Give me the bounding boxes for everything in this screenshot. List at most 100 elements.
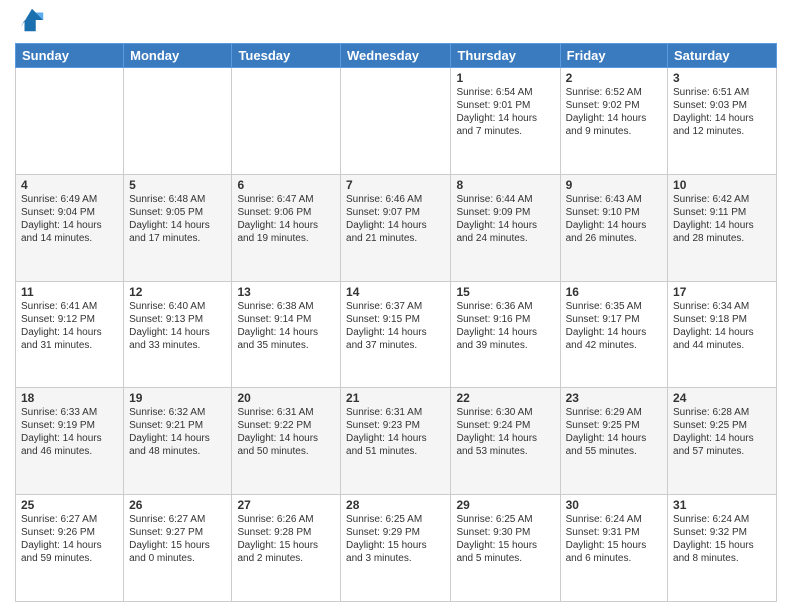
day-number: 26 — [129, 498, 226, 512]
calendar-week-3: 11Sunrise: 6:41 AM Sunset: 9:12 PM Dayli… — [16, 281, 777, 388]
calendar-cell: 13Sunrise: 6:38 AM Sunset: 9:14 PM Dayli… — [232, 281, 341, 388]
calendar-cell: 12Sunrise: 6:40 AM Sunset: 9:13 PM Dayli… — [124, 281, 232, 388]
day-number: 22 — [456, 391, 554, 405]
calendar-cell: 31Sunrise: 6:24 AM Sunset: 9:32 PM Dayli… — [668, 495, 777, 602]
day-number: 6 — [237, 178, 335, 192]
day-info: Sunrise: 6:28 AM Sunset: 9:25 PM Dayligh… — [673, 406, 771, 458]
calendar-cell: 9Sunrise: 6:43 AM Sunset: 9:10 PM Daylig… — [560, 174, 667, 281]
day-info: Sunrise: 6:43 AM Sunset: 9:10 PM Dayligh… — [566, 193, 662, 245]
day-number: 4 — [21, 178, 118, 192]
calendar-cell: 28Sunrise: 6:25 AM Sunset: 9:29 PM Dayli… — [341, 495, 451, 602]
day-info: Sunrise: 6:25 AM Sunset: 9:30 PM Dayligh… — [456, 513, 554, 565]
day-info: Sunrise: 6:37 AM Sunset: 9:15 PM Dayligh… — [346, 300, 445, 352]
calendar-cell: 29Sunrise: 6:25 AM Sunset: 9:30 PM Dayli… — [451, 495, 560, 602]
day-info: Sunrise: 6:30 AM Sunset: 9:24 PM Dayligh… — [456, 406, 554, 458]
day-info: Sunrise: 6:38 AM Sunset: 9:14 PM Dayligh… — [237, 300, 335, 352]
day-info: Sunrise: 6:34 AM Sunset: 9:18 PM Dayligh… — [673, 300, 771, 352]
calendar-cell: 2Sunrise: 6:52 AM Sunset: 9:02 PM Daylig… — [560, 68, 667, 175]
calendar-cell: 3Sunrise: 6:51 AM Sunset: 9:03 PM Daylig… — [668, 68, 777, 175]
day-info: Sunrise: 6:54 AM Sunset: 9:01 PM Dayligh… — [456, 86, 554, 138]
calendar-cell: 14Sunrise: 6:37 AM Sunset: 9:15 PM Dayli… — [341, 281, 451, 388]
calendar-cell: 5Sunrise: 6:48 AM Sunset: 9:05 PM Daylig… — [124, 174, 232, 281]
day-info: Sunrise: 6:47 AM Sunset: 9:06 PM Dayligh… — [237, 193, 335, 245]
day-number: 14 — [346, 285, 445, 299]
day-number: 3 — [673, 71, 771, 85]
calendar-cell: 24Sunrise: 6:28 AM Sunset: 9:25 PM Dayli… — [668, 388, 777, 495]
calendar-cell: 21Sunrise: 6:31 AM Sunset: 9:23 PM Dayli… — [341, 388, 451, 495]
day-info: Sunrise: 6:44 AM Sunset: 9:09 PM Dayligh… — [456, 193, 554, 245]
calendar-week-2: 4Sunrise: 6:49 AM Sunset: 9:04 PM Daylig… — [16, 174, 777, 281]
calendar-cell: 22Sunrise: 6:30 AM Sunset: 9:24 PM Dayli… — [451, 388, 560, 495]
day-header-sunday: Sunday — [16, 44, 124, 68]
day-info: Sunrise: 6:36 AM Sunset: 9:16 PM Dayligh… — [456, 300, 554, 352]
day-number: 2 — [566, 71, 662, 85]
day-number: 7 — [346, 178, 445, 192]
day-number: 19 — [129, 391, 226, 405]
day-number: 23 — [566, 391, 662, 405]
calendar-cell — [16, 68, 124, 175]
day-number: 1 — [456, 71, 554, 85]
day-number: 30 — [566, 498, 662, 512]
calendar-cell: 16Sunrise: 6:35 AM Sunset: 9:17 PM Dayli… — [560, 281, 667, 388]
day-info: Sunrise: 6:32 AM Sunset: 9:21 PM Dayligh… — [129, 406, 226, 458]
day-info: Sunrise: 6:42 AM Sunset: 9:11 PM Dayligh… — [673, 193, 771, 245]
day-number: 20 — [237, 391, 335, 405]
day-number: 9 — [566, 178, 662, 192]
day-info: Sunrise: 6:24 AM Sunset: 9:31 PM Dayligh… — [566, 513, 662, 565]
day-info: Sunrise: 6:29 AM Sunset: 9:25 PM Dayligh… — [566, 406, 662, 458]
day-number: 15 — [456, 285, 554, 299]
day-number: 16 — [566, 285, 662, 299]
calendar: SundayMondayTuesdayWednesdayThursdayFrid… — [15, 43, 777, 602]
calendar-cell: 7Sunrise: 6:46 AM Sunset: 9:07 PM Daylig… — [341, 174, 451, 281]
day-number: 12 — [129, 285, 226, 299]
calendar-cell — [232, 68, 341, 175]
header — [15, 10, 777, 35]
calendar-cell: 8Sunrise: 6:44 AM Sunset: 9:09 PM Daylig… — [451, 174, 560, 281]
calendar-cell: 25Sunrise: 6:27 AM Sunset: 9:26 PM Dayli… — [16, 495, 124, 602]
day-header-saturday: Saturday — [668, 44, 777, 68]
day-header-tuesday: Tuesday — [232, 44, 341, 68]
calendar-week-5: 25Sunrise: 6:27 AM Sunset: 9:26 PM Dayli… — [16, 495, 777, 602]
day-info: Sunrise: 6:24 AM Sunset: 9:32 PM Dayligh… — [673, 513, 771, 565]
day-info: Sunrise: 6:40 AM Sunset: 9:13 PM Dayligh… — [129, 300, 226, 352]
day-info: Sunrise: 6:27 AM Sunset: 9:26 PM Dayligh… — [21, 513, 118, 565]
calendar-cell: 11Sunrise: 6:41 AM Sunset: 9:12 PM Dayli… — [16, 281, 124, 388]
day-number: 24 — [673, 391, 771, 405]
day-header-friday: Friday — [560, 44, 667, 68]
day-info: Sunrise: 6:51 AM Sunset: 9:03 PM Dayligh… — [673, 86, 771, 138]
logo-icon — [17, 5, 47, 35]
day-header-monday: Monday — [124, 44, 232, 68]
calendar-week-1: 1Sunrise: 6:54 AM Sunset: 9:01 PM Daylig… — [16, 68, 777, 175]
calendar-header-row: SundayMondayTuesdayWednesdayThursdayFrid… — [16, 44, 777, 68]
day-info: Sunrise: 6:52 AM Sunset: 9:02 PM Dayligh… — [566, 86, 662, 138]
day-info: Sunrise: 6:27 AM Sunset: 9:27 PM Dayligh… — [129, 513, 226, 565]
day-number: 17 — [673, 285, 771, 299]
calendar-cell: 30Sunrise: 6:24 AM Sunset: 9:31 PM Dayli… — [560, 495, 667, 602]
calendar-cell: 20Sunrise: 6:31 AM Sunset: 9:22 PM Dayli… — [232, 388, 341, 495]
day-number: 29 — [456, 498, 554, 512]
day-number: 5 — [129, 178, 226, 192]
day-info: Sunrise: 6:33 AM Sunset: 9:19 PM Dayligh… — [21, 406, 118, 458]
day-info: Sunrise: 6:49 AM Sunset: 9:04 PM Dayligh… — [21, 193, 118, 245]
day-number: 28 — [346, 498, 445, 512]
day-header-thursday: Thursday — [451, 44, 560, 68]
day-info: Sunrise: 6:41 AM Sunset: 9:12 PM Dayligh… — [21, 300, 118, 352]
day-number: 11 — [21, 285, 118, 299]
day-number: 27 — [237, 498, 335, 512]
calendar-cell: 1Sunrise: 6:54 AM Sunset: 9:01 PM Daylig… — [451, 68, 560, 175]
day-info: Sunrise: 6:25 AM Sunset: 9:29 PM Dayligh… — [346, 513, 445, 565]
calendar-cell: 26Sunrise: 6:27 AM Sunset: 9:27 PM Dayli… — [124, 495, 232, 602]
calendar-cell: 10Sunrise: 6:42 AM Sunset: 9:11 PM Dayli… — [668, 174, 777, 281]
calendar-cell — [341, 68, 451, 175]
day-number: 8 — [456, 178, 554, 192]
calendar-cell: 23Sunrise: 6:29 AM Sunset: 9:25 PM Dayli… — [560, 388, 667, 495]
day-info: Sunrise: 6:31 AM Sunset: 9:22 PM Dayligh… — [237, 406, 335, 458]
calendar-cell — [124, 68, 232, 175]
day-header-wednesday: Wednesday — [341, 44, 451, 68]
calendar-cell: 17Sunrise: 6:34 AM Sunset: 9:18 PM Dayli… — [668, 281, 777, 388]
day-number: 10 — [673, 178, 771, 192]
logo — [15, 10, 47, 35]
day-number: 21 — [346, 391, 445, 405]
day-info: Sunrise: 6:46 AM Sunset: 9:07 PM Dayligh… — [346, 193, 445, 245]
day-info: Sunrise: 6:31 AM Sunset: 9:23 PM Dayligh… — [346, 406, 445, 458]
